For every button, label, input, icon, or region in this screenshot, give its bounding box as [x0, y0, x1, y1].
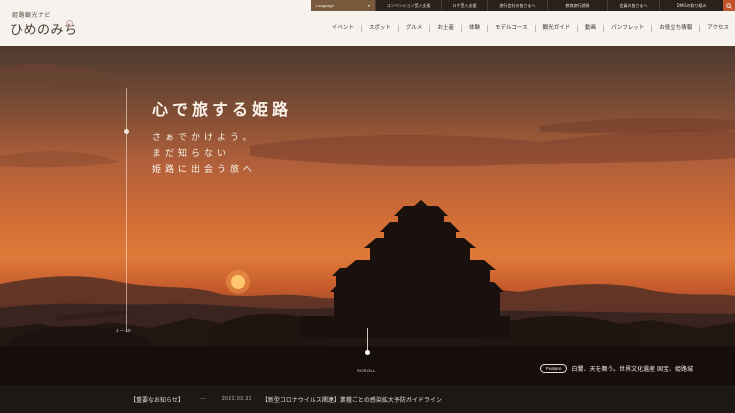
language-label: Language: [316, 3, 334, 8]
nav-item-spots[interactable]: スポット: [362, 24, 399, 32]
hero-slideshow: 1 — 10 心で旅する姫路 さぁでかけよう。 まだ知らない 姫路に出会う旅へ …: [0, 46, 735, 385]
search-button[interactable]: [723, 0, 735, 11]
nav-item-access[interactable]: アクセス: [700, 25, 735, 32]
nav-item-gourmet[interactable]: グルメ: [399, 24, 431, 32]
nav-item-events[interactable]: イベント: [325, 24, 362, 32]
utility-link-members[interactable]: 会員の皆さまへ: [607, 0, 659, 11]
nav-item-guide[interactable]: 観光ガイド: [536, 24, 579, 32]
hero-lead: さぁでかけよう。 まだ知らない 姫路に出会う旅へ: [152, 130, 256, 178]
utility-link-travel-agency[interactable]: 旅行会社の皆さまへ: [487, 0, 547, 11]
news-link[interactable]: 【新型コロナウイルス関連】業種ごとの感染拡大予防ガイドライン: [262, 395, 442, 404]
utility-link-convention[interactable]: コンベンション受入支援: [375, 0, 441, 11]
utility-bar: Language ▾ コンベンション受入支援 ロケ受入支援 旅行会社の皆さまへ …: [311, 0, 735, 11]
scroll-label[interactable]: SCROLL: [357, 368, 376, 373]
scroll-indicator-dot: [365, 350, 370, 355]
hero-title: 心で旅する姫路: [152, 100, 293, 119]
slide-counter: 1 — 10: [116, 328, 131, 333]
nav-item-useful-info[interactable]: お役立ち情報: [652, 24, 701, 32]
hero-lead-line: さぁでかけよう。: [152, 133, 256, 143]
nav-item-souvenirs[interactable]: お土産: [430, 24, 462, 32]
utility-link-dmo[interactable]: DMOの取り組み: [659, 0, 723, 11]
hero-lead-line: 姫路に出会う旅へ: [152, 165, 257, 175]
news-label: 【重要なお知らせ】: [130, 396, 184, 404]
main-nav: イベント スポット グルメ お土産 体験 モデルコース 観光ガイド 動画 パンフ…: [325, 22, 735, 34]
slide-progress-indicator: [124, 129, 129, 134]
logo-subtitle: 姫路観光ナビ: [12, 12, 52, 19]
search-icon: [726, 2, 732, 9]
slide-progress-line: [126, 88, 127, 332]
utility-link-education[interactable]: 教育旅行誘致: [547, 0, 607, 11]
utility-link-location[interactable]: ロケ受入支援: [441, 0, 487, 11]
nav-item-video[interactable]: 動画: [578, 24, 605, 32]
feature-badge: Feature: [539, 364, 568, 373]
caption-text: 白鷺、天を舞う。世界文化遺産 国宝、姫路城: [571, 366, 693, 373]
site-logo[interactable]: 姫路観光ナビ ひめのみち: [8, 7, 78, 41]
nav-item-experience[interactable]: 体験: [462, 24, 488, 32]
language-selector[interactable]: Language ▾: [311, 0, 375, 11]
nav-item-model-course[interactable]: モデルコース: [488, 24, 536, 32]
chevron-down-icon: ▾: [367, 3, 370, 8]
important-news-bar: 【重要なお知らせ】 — 2022.03.31 【新型コロナウイルス関連】業種ごと…: [0, 385, 735, 413]
logo-flower-icon: [66, 20, 73, 27]
news-separator: —: [199, 396, 206, 402]
hero-lead-line: まだ知らない: [152, 149, 231, 159]
site-header: 姫路観光ナビ ひめのみち Language ▾ コンベンション受入支援 ロケ受入…: [0, 0, 735, 46]
news-date: 2022.03.31: [221, 396, 252, 402]
nav-item-pamphlet[interactable]: パンフレット: [604, 24, 653, 32]
hero-caption[interactable]: Feature 白鷺、天を舞う。世界文化遺産 国宝、姫路城: [539, 364, 693, 373]
